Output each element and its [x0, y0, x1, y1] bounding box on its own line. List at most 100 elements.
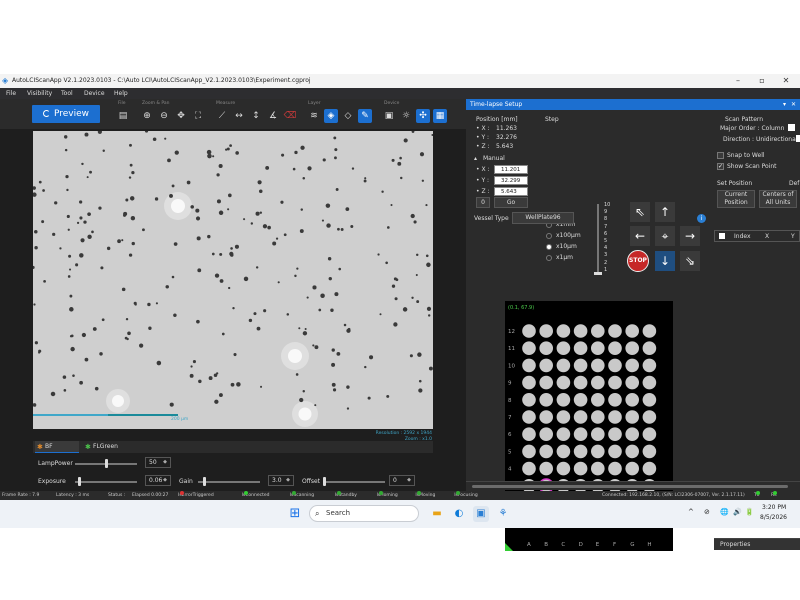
- well-C7[interactable]: [556, 410, 571, 424]
- maximize-button[interactable]: ▫: [752, 74, 772, 88]
- clear-measure-icon[interactable]: ⌫: [283, 109, 297, 123]
- direction-checkbox[interactable]: [796, 135, 800, 142]
- well-F5[interactable]: [608, 444, 622, 459]
- well-D4[interactable]: [573, 461, 588, 476]
- zoom-in-icon[interactable]: ⊕: [140, 109, 154, 123]
- step-radio-1[interactable]: [546, 233, 552, 239]
- well-C4[interactable]: [556, 461, 571, 476]
- clock-time[interactable]: 3:20 PM: [762, 504, 786, 511]
- well-B8[interactable]: [539, 393, 553, 407]
- center-target-icon[interactable]: ⌖: [655, 226, 675, 246]
- well-E10[interactable]: [591, 358, 605, 373]
- well-E6[interactable]: [591, 427, 605, 441]
- snap-to-well-checkbox[interactable]: [717, 152, 724, 159]
- offset-field[interactable]: 0 ◆: [389, 475, 415, 486]
- well-G8[interactable]: [625, 393, 639, 407]
- microscope-image[interactable]: 200 µm: [33, 131, 433, 429]
- color-grid-icon[interactable]: ▦: [433, 109, 447, 123]
- slider-thumb[interactable]: [105, 459, 108, 468]
- well-C5[interactable]: [556, 444, 571, 459]
- layer-hide-icon[interactable]: ◇: [341, 109, 355, 123]
- well-H7[interactable]: [642, 410, 657, 424]
- slider-thumb[interactable]: [78, 477, 81, 486]
- stop-button[interactable]: STOP: [627, 250, 649, 272]
- spin-icon[interactable]: ◆: [407, 476, 411, 485]
- well-B12[interactable]: [539, 324, 553, 338]
- well-B6[interactable]: [539, 427, 553, 441]
- major-order-checkbox[interactable]: [788, 124, 795, 131]
- well-F11[interactable]: [608, 341, 622, 355]
- spin-icon[interactable]: ◆: [163, 458, 167, 467]
- y-header[interactable]: Y: [791, 233, 795, 240]
- well-B7[interactable]: [539, 410, 553, 424]
- well-H8[interactable]: [642, 393, 657, 407]
- windows-start-icon[interactable]: ⊞: [287, 506, 303, 522]
- gain-field[interactable]: 3.0 ◆: [268, 475, 294, 486]
- menu-visibility[interactable]: Visibility: [27, 88, 52, 99]
- centers-all-units-button[interactable]: Centers of All Units: [759, 190, 797, 208]
- well-B4[interactable]: [539, 461, 553, 476]
- well-F7[interactable]: [608, 410, 622, 424]
- horizontal-measure-icon[interactable]: ↔: [232, 109, 246, 123]
- move-down-right-icon[interactable]: ⇘: [680, 251, 700, 271]
- move-left-icon[interactable]: ←: [630, 226, 650, 246]
- well-B5[interactable]: [539, 444, 553, 459]
- x-header[interactable]: X: [765, 233, 769, 240]
- lamp-icon[interactable]: ☼: [399, 109, 413, 123]
- current-position-button[interactable]: Current Position: [717, 190, 755, 208]
- tab-flgreen[interactable]: ✱ FLGreen: [83, 441, 143, 453]
- well-H12[interactable]: [642, 324, 657, 338]
- exposure-field[interactable]: 0.06 ◆: [145, 475, 171, 486]
- clock-date[interactable]: 8/5/2026: [760, 514, 787, 521]
- move-up-icon[interactable]: ↑: [655, 202, 675, 222]
- move-up-left-icon[interactable]: ⇖: [630, 202, 650, 222]
- step-radio-3[interactable]: [546, 255, 552, 261]
- scroll-thumb[interactable]: [472, 485, 788, 488]
- major-order-text[interactable]: Major Order : Column: [720, 125, 784, 132]
- spin-icon[interactable]: ◆: [286, 476, 290, 485]
- well-D11[interactable]: [573, 341, 588, 355]
- go-button[interactable]: Go: [494, 197, 528, 208]
- well-F10[interactable]: [608, 358, 622, 373]
- well-G9[interactable]: [625, 375, 639, 390]
- well-H4[interactable]: [642, 461, 657, 476]
- well-G5[interactable]: [625, 444, 639, 459]
- well-G6[interactable]: [625, 427, 639, 441]
- info-icon[interactable]: i: [697, 214, 706, 223]
- well-A4[interactable]: [522, 461, 536, 476]
- fan-icon[interactable]: ✣: [416, 109, 430, 123]
- manual-z-input[interactable]: 5.643: [494, 187, 528, 196]
- layer-overlay-icon[interactable]: ◈: [324, 109, 338, 123]
- preview-button[interactable]: Preview: [32, 105, 100, 123]
- well-E9[interactable]: [591, 375, 605, 390]
- well-D10[interactable]: [573, 358, 588, 373]
- well-F9[interactable]: [608, 375, 622, 390]
- well-G12[interactable]: [625, 324, 639, 338]
- gain-slider[interactable]: [198, 477, 260, 486]
- well-E8[interactable]: [591, 393, 605, 407]
- well-A5[interactable]: [522, 444, 536, 459]
- step-scale-thumb[interactable]: [594, 272, 602, 275]
- well-A12[interactable]: [522, 324, 536, 338]
- angle-measure-icon[interactable]: ∡: [266, 109, 280, 123]
- tray-volume-icon[interactable]: 🔊: [733, 508, 742, 516]
- file-explorer-icon[interactable]: ▬: [429, 506, 445, 522]
- well-D6[interactable]: [573, 427, 588, 441]
- tray-battery-icon[interactable]: 🔋: [745, 508, 754, 516]
- well-H9[interactable]: [642, 375, 657, 390]
- vertical-measure-icon[interactable]: ↕: [249, 109, 263, 123]
- panel-close-icon[interactable]: ✕: [791, 99, 796, 110]
- well-H11[interactable]: [642, 341, 657, 355]
- scanapp-taskbar-icon[interactable]: ▣: [473, 506, 489, 522]
- zoom-out-icon[interactable]: ⊖: [157, 109, 171, 123]
- edge-browser-icon[interactable]: ◐: [451, 506, 467, 522]
- line-measure-icon[interactable]: ⟋: [215, 109, 229, 123]
- well-A10[interactable]: [522, 358, 536, 373]
- well-F12[interactable]: [608, 324, 622, 338]
- taskbar-search[interactable]: ⌕ Search: [309, 505, 419, 522]
- well-E12[interactable]: [591, 324, 605, 338]
- spin-icon[interactable]: ◆: [163, 476, 167, 485]
- fit-icon[interactable]: ⛶: [191, 109, 205, 123]
- lamp-power-slider[interactable]: [75, 459, 137, 468]
- well-C8[interactable]: [556, 393, 571, 407]
